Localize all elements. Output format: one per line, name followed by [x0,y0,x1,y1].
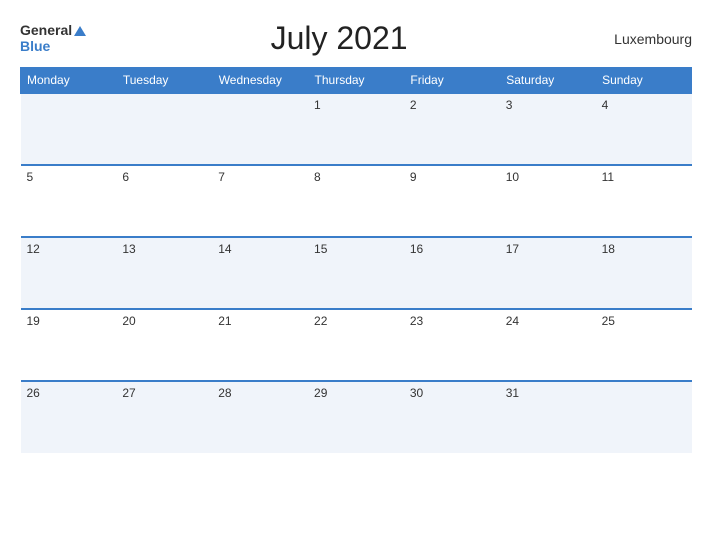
logo-line1: General [20,23,86,38]
calendar-day-cell: 2 [404,93,500,165]
day-number: 9 [410,170,417,184]
day-number: 10 [506,170,519,184]
day-number: 27 [122,386,135,400]
day-number: 22 [314,314,327,328]
day-number: 31 [506,386,519,400]
day-number: 15 [314,242,327,256]
logo-line2: Blue [20,39,86,54]
page: General Blue July 2021 Luxembourg Monday… [0,0,712,550]
logo: General Blue [20,23,86,54]
col-wednesday: Wednesday [212,68,308,94]
calendar-week-row: 12 13 14 15 16 17 18 [21,237,692,309]
calendar-day-cell: 3 [500,93,596,165]
calendar-day-cell: 12 [21,237,117,309]
calendar-week-row: 19 20 21 22 23 24 25 [21,309,692,381]
logo-general-text: General [20,22,72,38]
calendar-day-cell: 11 [596,165,692,237]
day-number: 13 [122,242,135,256]
calendar-day-cell: 17 [500,237,596,309]
calendar-day-cell [212,93,308,165]
calendar-day-cell: 7 [212,165,308,237]
day-number: 14 [218,242,231,256]
day-number: 25 [602,314,615,328]
day-number: 19 [27,314,40,328]
calendar-day-cell: 30 [404,381,500,453]
col-saturday: Saturday [500,68,596,94]
col-thursday: Thursday [308,68,404,94]
calendar-day-cell: 13 [116,237,212,309]
calendar-week-row: 5 6 7 8 9 10 11 [21,165,692,237]
col-friday: Friday [404,68,500,94]
calendar-day-cell: 24 [500,309,596,381]
calendar-day-cell: 5 [21,165,117,237]
calendar-title: July 2021 [86,20,592,57]
day-number: 3 [506,98,513,112]
day-number: 7 [218,170,225,184]
calendar-day-cell: 15 [308,237,404,309]
day-number: 20 [122,314,135,328]
day-number: 8 [314,170,321,184]
day-number: 30 [410,386,423,400]
day-number: 26 [27,386,40,400]
calendar-day-cell: 25 [596,309,692,381]
calendar-day-cell: 26 [21,381,117,453]
calendar-table: Monday Tuesday Wednesday Thursday Friday… [20,67,692,453]
day-number: 17 [506,242,519,256]
calendar-day-cell: 21 [212,309,308,381]
calendar-day-cell: 27 [116,381,212,453]
calendar-day-cell: 1 [308,93,404,165]
logo-triangle-icon [74,26,86,36]
calendar-week-row: 26 27 28 29 30 31 [21,381,692,453]
calendar-day-cell: 18 [596,237,692,309]
calendar-day-cell: 29 [308,381,404,453]
calendar-day-cell: 28 [212,381,308,453]
calendar-day-cell: 9 [404,165,500,237]
day-number: 16 [410,242,423,256]
day-number: 6 [122,170,129,184]
day-number: 1 [314,98,321,112]
col-tuesday: Tuesday [116,68,212,94]
day-number: 18 [602,242,615,256]
day-number: 28 [218,386,231,400]
calendar-day-cell: 10 [500,165,596,237]
calendar-day-cell: 20 [116,309,212,381]
day-number: 21 [218,314,231,328]
col-monday: Monday [21,68,117,94]
day-number: 23 [410,314,423,328]
calendar-day-cell [596,381,692,453]
day-number: 12 [27,242,40,256]
calendar-day-cell: 31 [500,381,596,453]
calendar-day-cell: 22 [308,309,404,381]
calendar-day-cell: 16 [404,237,500,309]
day-number: 2 [410,98,417,112]
day-number: 4 [602,98,609,112]
day-number: 11 [602,170,614,184]
calendar-day-cell: 19 [21,309,117,381]
calendar-week-row: 1 2 3 4 [21,93,692,165]
calendar-day-cell [116,93,212,165]
calendar-day-cell [21,93,117,165]
header: General Blue July 2021 Luxembourg [20,20,692,57]
day-number: 29 [314,386,327,400]
calendar-day-cell: 8 [308,165,404,237]
calendar-header-row: Monday Tuesday Wednesday Thursday Friday… [21,68,692,94]
day-number: 5 [27,170,34,184]
calendar-day-cell: 23 [404,309,500,381]
country-label: Luxembourg [592,31,692,47]
logo-blue-text: Blue [20,38,50,54]
calendar-day-cell: 4 [596,93,692,165]
calendar-day-cell: 14 [212,237,308,309]
day-number: 24 [506,314,519,328]
calendar-body: 1234567891011121314151617181920212223242… [21,93,692,453]
col-sunday: Sunday [596,68,692,94]
calendar-day-cell: 6 [116,165,212,237]
